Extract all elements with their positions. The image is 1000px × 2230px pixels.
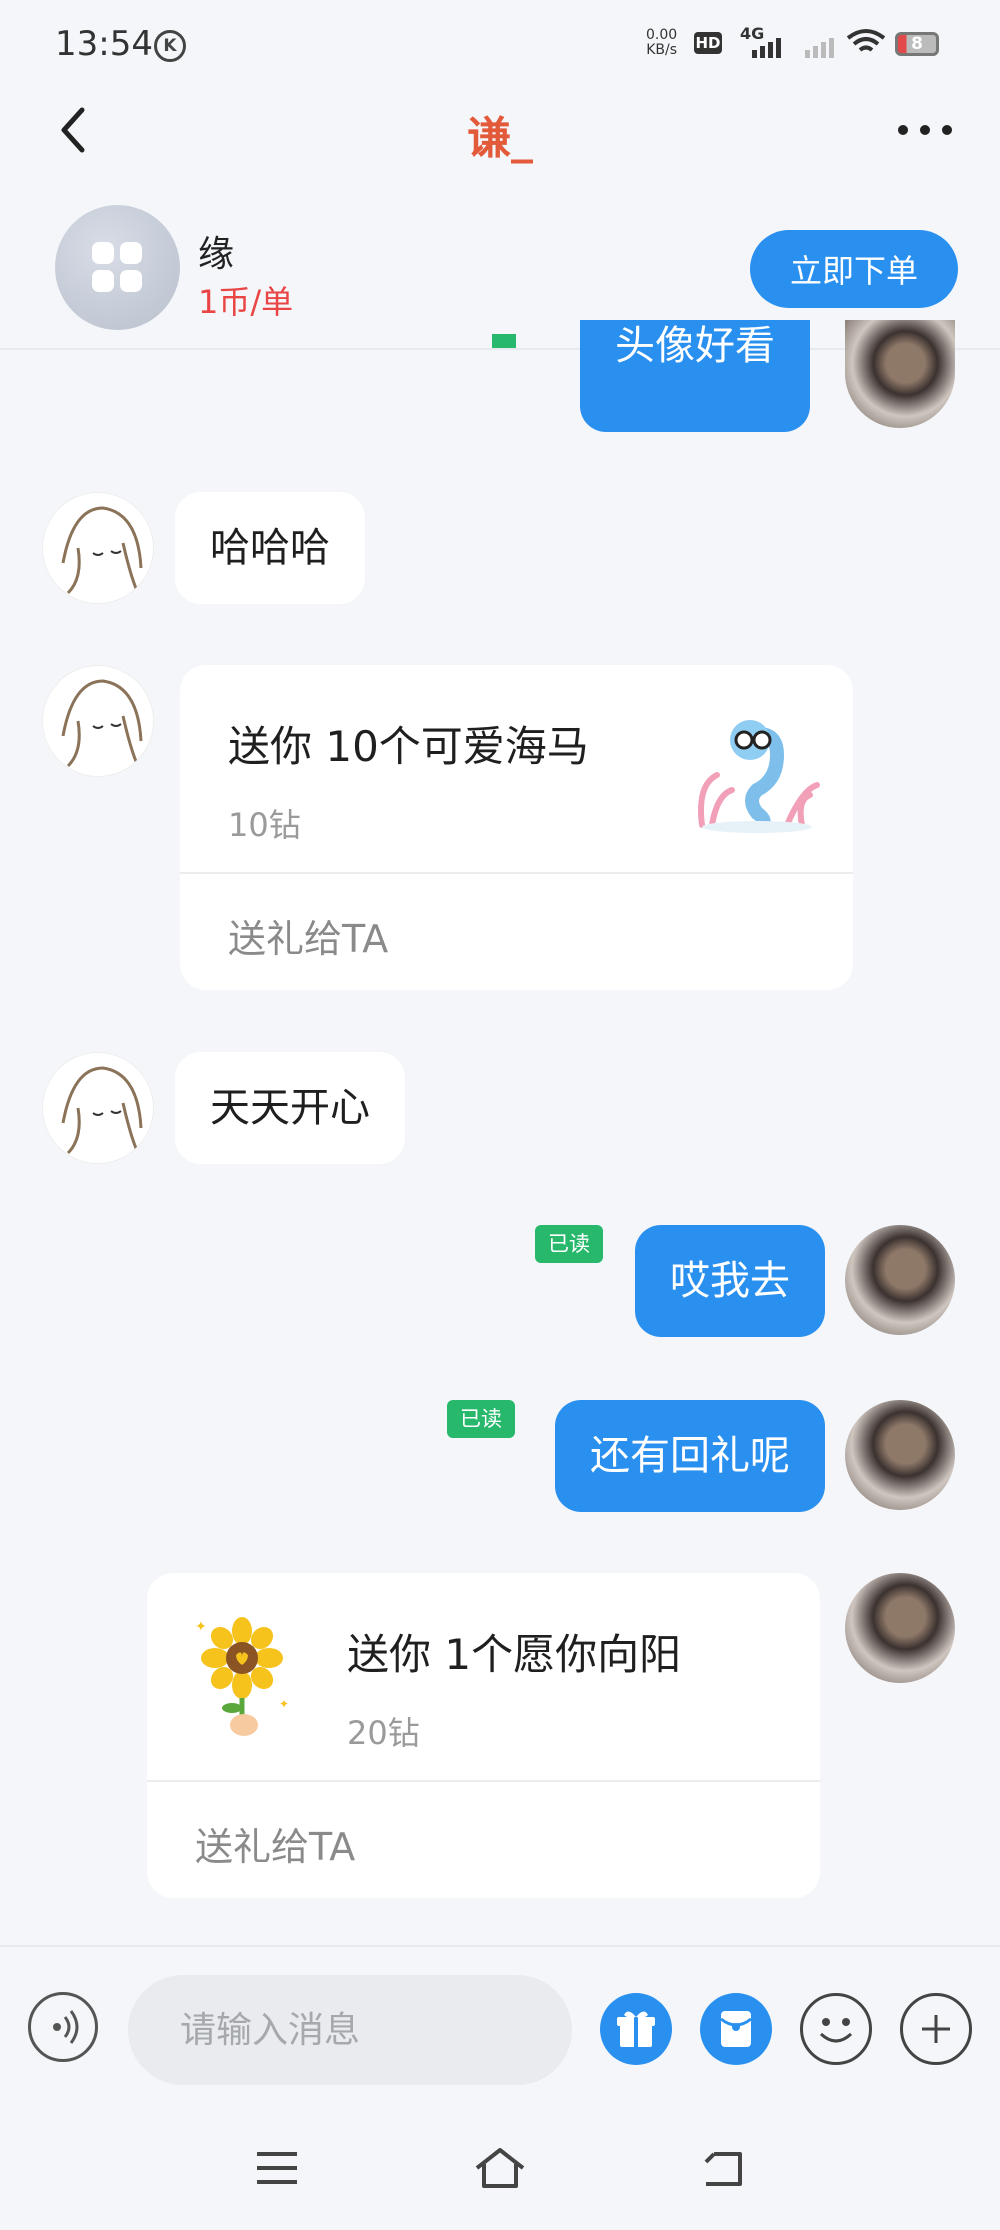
home-icon[interactable] [473,2146,527,2190]
gift-card[interactable]: ✦ ✦ 送你 1个愿你向阳 20钻 送礼给TA [147,1573,820,1898]
anime-girl-avatar-icon [61,1066,143,1155]
order-now-button[interactable]: 立即下单 [750,230,958,308]
k-badge-icon: K [154,30,186,62]
avatar-self[interactable] [845,1573,955,1683]
red-packet-icon[interactable] [700,1993,772,2065]
avatar-contact[interactable] [42,492,154,604]
more-horizontal-icon[interactable] [895,120,955,140]
message-text: 还有回礼呢 [590,1433,790,1479]
app-grid-icon [92,242,144,294]
gift-separator [180,872,853,874]
back-icon[interactable] [700,2148,746,2188]
sunflower-gift-icon: ✦✦ [195,1617,289,1736]
message-text: 天天开心 [210,1085,370,1131]
anime-girl-avatar-icon [61,506,143,595]
gift-card[interactable]: 送你 10个可爱海马 10钻 送礼给TA [180,665,853,990]
message-bubble-outgoing[interactable]: 哎我去 [635,1225,825,1337]
network-speed-value: 0.00 [646,27,678,43]
message-text: 哎我去 [670,1258,790,1304]
signal-icon [752,38,781,58]
send-gift-link[interactable]: 送礼给TA [195,1816,355,1871]
read-badge-partial [492,334,516,348]
message-bubble-incoming[interactable]: 天天开心 [175,1052,405,1164]
chat-title: 谦_ [467,113,533,164]
message-bubble-outgoing[interactable]: 还有回礼呢 [555,1400,825,1512]
message-input[interactable] [128,1975,572,2085]
message-text: 头像好看 [615,323,775,369]
anime-girl-avatar-icon [61,679,143,768]
status-time: 13:54 [55,24,153,64]
gift-separator [147,1780,820,1782]
avatar-self[interactable] [845,1400,955,1510]
seahorse-gift-icon [698,720,820,833]
voice-icon[interactable] [28,1992,98,2062]
wifi-icon [846,29,886,52]
read-badge: 已读 [535,1225,603,1263]
hd-icon: HD [694,32,722,54]
network-speed-unit: KB/s [646,42,677,58]
plus-icon[interactable] [900,1993,972,2065]
gift-price: 20钻 [347,1714,420,1752]
avatar-self[interactable] [845,1225,955,1335]
read-badge: 已读 [447,1400,515,1438]
gift-title: 送你 10个可爱海马 [228,722,589,771]
emoji-icon[interactable] [800,1993,872,2065]
avatar-contact[interactable] [42,665,154,777]
service-name: 缘 [198,234,235,275]
gift-price: 10钻 [228,806,301,844]
message-bubble-outgoing[interactable]: 头像好看 [580,320,810,432]
message-text: 哈哈哈 [210,525,330,571]
avatar-contact[interactable] [42,1052,154,1164]
svg-text:✦: ✦ [195,1619,207,1635]
service-price: 1币/单 [198,283,294,321]
message-bubble-incoming[interactable]: 哈哈哈 [175,492,365,604]
battery-level: 8 [911,34,923,54]
svg-text:✦: ✦ [279,1697,289,1711]
signal-secondary-icon [805,38,834,58]
gift-title: 送你 1个愿你向阳 [347,1630,682,1679]
menu-icon[interactable] [255,2150,299,2186]
avatar-self[interactable] [845,320,955,428]
network-speed: 0.00 KB/s [646,28,677,58]
send-gift-link[interactable]: 送礼给TA [228,908,388,963]
gift-icon[interactable] [600,1993,672,2065]
